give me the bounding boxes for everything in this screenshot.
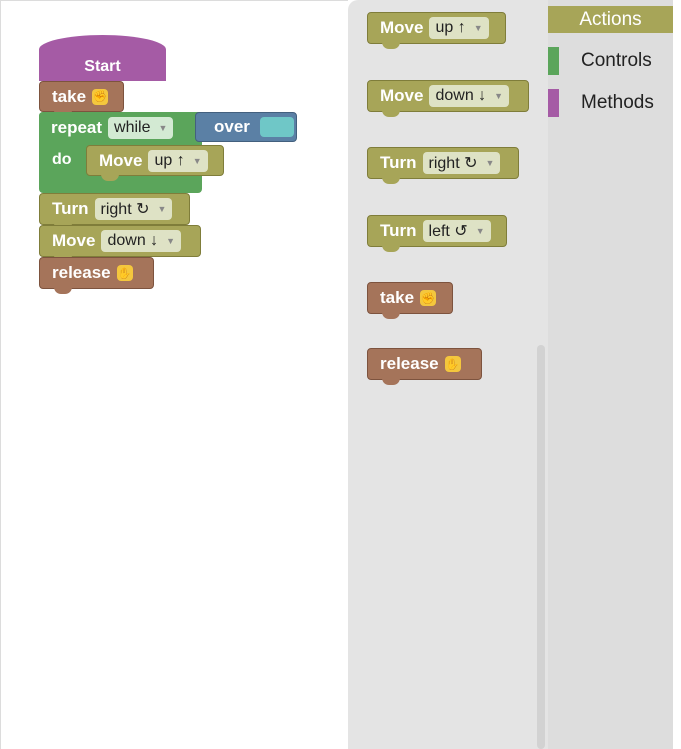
flyout-move-up-block[interactable]: Move up ↑ ▼	[367, 12, 506, 49]
repeat-label: repeat	[51, 118, 103, 137]
over-sensor-block[interactable]: over	[195, 112, 297, 142]
turn-label: Turn	[380, 153, 417, 172]
take-label: take	[380, 288, 415, 307]
toolbox-edge	[673, 0, 681, 749]
chevron-down-icon: ▼	[494, 91, 504, 101]
flyout-release-block[interactable]: release ✋	[367, 348, 482, 385]
start-block[interactable]: Start	[39, 35, 166, 81]
open-hand-icon: ✋	[444, 356, 461, 372]
flyout-scrollbar[interactable]	[537, 345, 545, 749]
move-up-block[interactable]: Move up ↑ ▼	[86, 145, 224, 181]
direction-dropdown[interactable]: up ↑ ▼	[148, 149, 208, 172]
turn-label: Turn	[52, 199, 89, 218]
start-label: Start	[84, 58, 121, 75]
move-down-block[interactable]: Move down ↓ ▼	[39, 225, 201, 262]
chevron-down-icon: ▼	[158, 123, 168, 133]
direction-value: left ↺	[428, 223, 468, 240]
category-label: Actions	[579, 8, 642, 30]
move-label: Move	[52, 231, 96, 250]
direction-dropdown[interactable]: down ↓ ▼	[429, 85, 510, 107]
chevron-down-icon: ▼	[192, 155, 202, 166]
move-label: Move	[380, 18, 424, 37]
category-label: Methods	[581, 92, 654, 113]
move-label: Move	[380, 86, 424, 105]
direction-value: down ↓	[435, 87, 487, 104]
over-label: over	[214, 117, 250, 136]
category-controls[interactable]: Controls	[548, 44, 673, 78]
fist-icon: ✊	[420, 290, 437, 306]
release-label: release	[380, 354, 439, 373]
category-methods[interactable]: Methods	[548, 86, 673, 120]
direction-dropdown[interactable]: right ↻ ▼	[422, 152, 501, 174]
repeat-header[interactable]: repeat while ▼	[39, 112, 202, 144]
chevron-down-icon: ▼	[166, 236, 176, 246]
flyout-turn-left-block[interactable]: Turn left ↺ ▼	[367, 215, 507, 252]
take-label: take	[52, 86, 87, 106]
release-label: release	[52, 263, 111, 282]
take-block[interactable]: take ✊	[39, 81, 124, 117]
direction-dropdown[interactable]: right ↻ ▼	[94, 198, 173, 220]
direction-value: down ↓	[107, 232, 159, 249]
turn-label: Turn	[380, 221, 417, 240]
category-label: Controls	[581, 50, 652, 71]
release-block[interactable]: release ✋	[39, 257, 154, 294]
chevron-down-icon: ▼	[473, 23, 483, 33]
direction-value: up ↑	[435, 19, 466, 36]
over-input-slot[interactable]	[259, 117, 294, 137]
flyout-take-block[interactable]: take ✊	[367, 282, 453, 319]
do-label: do	[52, 151, 72, 168]
move-label: Move	[99, 150, 143, 170]
direction-dropdown[interactable]: down ↓ ▼	[101, 230, 182, 252]
chevron-down-icon: ▼	[157, 204, 167, 214]
chevron-down-icon: ▼	[475, 226, 485, 236]
turn-right-block[interactable]: Turn right ↻ ▼	[39, 193, 190, 230]
direction-dropdown[interactable]: left ↺ ▼	[422, 220, 491, 242]
flyout-turn-right-block[interactable]: Turn right ↻ ▼	[367, 147, 519, 184]
direction-value: right ↻	[428, 155, 478, 172]
fist-icon: ✊	[92, 88, 109, 105]
repeat-mode-dropdown[interactable]: while ▼	[108, 117, 174, 139]
chevron-down-icon: ▼	[485, 158, 495, 168]
repeat-mode-value: while	[114, 119, 151, 136]
direction-value: up ↑	[154, 151, 185, 169]
category-color-swatch	[548, 47, 559, 75]
category-actions[interactable]: Actions	[548, 6, 673, 33]
open-hand-icon: ✋	[116, 265, 133, 281]
direction-dropdown[interactable]: up ↑ ▼	[429, 17, 489, 39]
category-color-swatch	[548, 89, 559, 117]
direction-value: right ↻	[100, 201, 150, 218]
flyout-move-down-block[interactable]: Move down ↓ ▼	[367, 80, 529, 117]
